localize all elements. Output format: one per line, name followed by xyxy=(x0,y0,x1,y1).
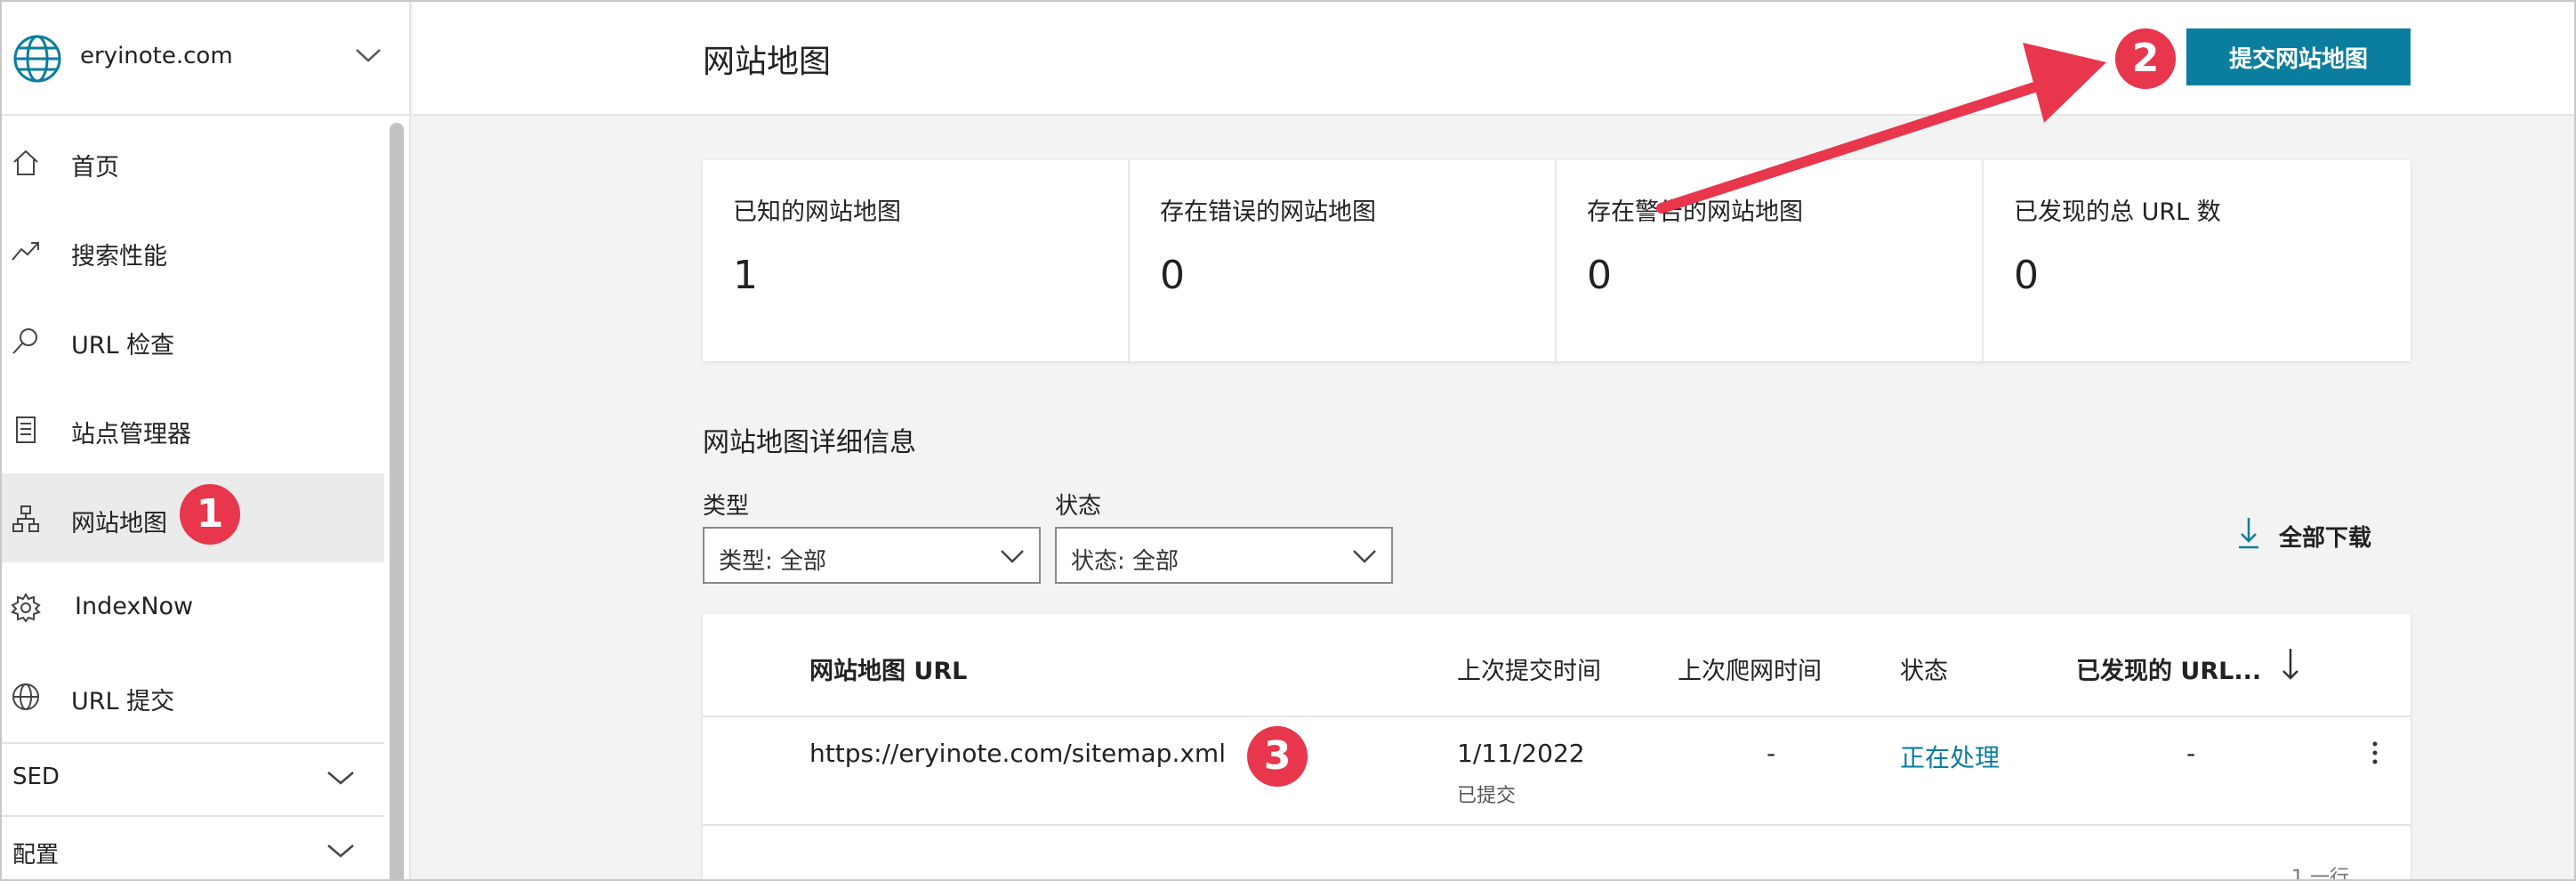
dropdown-value: 状态: 全部 xyxy=(1071,548,1179,575)
discovered-cell: - xyxy=(2186,739,2196,768)
sidebar-item-site-explorer[interactable]: 站点管理器 xyxy=(2,384,384,473)
stat-card-warnings: 存在警告的网站地图 0 xyxy=(1557,160,1984,361)
stat-label: 已知的网站地图 xyxy=(733,198,901,226)
sidebar-item-url-submission[interactable]: URL 提交 xyxy=(2,651,384,740)
stat-value: 0 xyxy=(1160,253,1185,298)
sidebar-section-config[interactable]: 配置 xyxy=(2,815,384,879)
filter-label-status: 状态 xyxy=(1055,493,1102,520)
status-filter-dropdown[interactable]: 状态: 全部 xyxy=(1055,527,1393,584)
more-options-icon[interactable] xyxy=(2366,737,2384,772)
stat-value: 0 xyxy=(1587,253,1612,298)
stat-card-urls: 已发现的总 URL 数 0 xyxy=(1984,160,2411,361)
sidebar-item-label: 首页 xyxy=(71,154,119,182)
app-window: eryinote.com 首页 搜索性能 URL 检查 站点管理器 网站地图 I… xyxy=(0,0,2576,881)
page-title: 网站地图 xyxy=(703,44,832,80)
download-label: 全部下载 xyxy=(2279,525,2372,552)
stat-label: 存在错误的网站地图 xyxy=(1160,198,1376,226)
submit-sitemap-button[interactable]: 提交网站地图 xyxy=(2186,28,2411,85)
chevron-down-icon xyxy=(1353,550,1376,563)
globe-icon xyxy=(13,35,61,83)
filter-label-type: 类型 xyxy=(703,493,750,520)
column-header-crawled[interactable]: 上次爬网时间 xyxy=(1678,651,1822,686)
site-name: eryinote.com xyxy=(80,43,233,69)
clipboard-icon xyxy=(16,416,36,443)
sidebar-item-label: URL 检查 xyxy=(71,332,175,360)
column-header-status[interactable]: 状态 xyxy=(1900,651,1948,686)
trend-icon xyxy=(12,242,39,261)
sidebar-item-label: 搜索性能 xyxy=(71,243,167,271)
gear-icon xyxy=(11,593,41,623)
globe-icon xyxy=(12,683,39,710)
stat-value: 1 xyxy=(733,253,758,298)
annotation-badge-3: 3 xyxy=(1247,726,1308,787)
sidebar-item-label: IndexNow xyxy=(75,593,194,620)
sidebar-item-search-performance[interactable]: 搜索性能 xyxy=(2,206,384,295)
chevron-down-icon xyxy=(1001,550,1024,563)
stat-card-known: 已知的网站地图 1 xyxy=(703,160,1130,361)
sidebar-item-home[interactable]: 首页 xyxy=(2,117,384,206)
download-all-button[interactable]: 全部下载 xyxy=(2236,516,2387,552)
sidebar-section-label: SED xyxy=(12,764,60,790)
stat-value: 0 xyxy=(2014,253,2039,298)
row-divider xyxy=(703,824,2411,826)
stat-card-errors: 存在错误的网站地图 0 xyxy=(1130,160,1557,361)
sort-down-arrow-icon[interactable] xyxy=(2279,646,2302,682)
sidebar-item-label: URL 提交 xyxy=(71,688,175,715)
submitted-date-cell: 1/11/2022 xyxy=(1457,739,1585,768)
sidebar-item-url-inspection[interactable]: URL 检查 xyxy=(2,295,384,384)
site-selector[interactable]: eryinote.com xyxy=(2,2,411,116)
sidebar-item-indexnow[interactable]: IndexNow xyxy=(2,562,384,651)
type-filter-dropdown[interactable]: 类型: 全部 xyxy=(703,527,1041,584)
sidebar-item-label: 网站地图 xyxy=(71,510,167,537)
sitemap-url-cell[interactable]: https://eryinote.com/sitemap.xml xyxy=(809,739,1226,768)
row-count: 1 一行 xyxy=(2291,867,2349,881)
chevron-down-icon xyxy=(327,845,354,858)
submitted-note: 已提交 xyxy=(1457,785,1517,807)
stats-panel: 已知的网站地图 1 存在错误的网站地图 0 存在警告的网站地图 0 已发现的总 … xyxy=(703,160,2411,361)
crawled-cell: - xyxy=(1767,739,1776,768)
home-icon xyxy=(13,150,38,175)
sidebar: eryinote.com 首页 搜索性能 URL 检查 站点管理器 网站地图 I… xyxy=(2,2,411,879)
download-icon xyxy=(2239,518,2258,549)
dropdown-value: 类型: 全部 xyxy=(719,548,827,575)
column-header-submitted[interactable]: 上次提交时间 xyxy=(1457,651,1601,686)
stat-label: 已发现的总 URL 数 xyxy=(2014,198,2221,226)
chevron-down-icon xyxy=(327,772,354,785)
row-divider xyxy=(703,715,2411,717)
chevron-down-icon xyxy=(356,49,381,62)
status-cell[interactable]: 正在处理 xyxy=(1900,739,2000,774)
sidebar-scrollbar[interactable] xyxy=(390,123,404,879)
search-icon xyxy=(12,328,37,354)
sidebar-section-sed[interactable]: SED xyxy=(2,742,384,813)
section-title: 网站地图详细信息 xyxy=(703,427,916,458)
column-header-url[interactable]: 网站地图 URL xyxy=(809,651,967,686)
column-header-discovered[interactable]: 已发现的 URL... xyxy=(2076,651,2261,686)
sitemap-icon xyxy=(12,505,39,532)
annotation-badge-2: 2 xyxy=(2115,28,2176,89)
sidebar-section-label: 配置 xyxy=(12,842,60,869)
stat-label: 存在警告的网站地图 xyxy=(1587,198,1803,226)
sitemaps-table: 网站地图 URL 上次提交时间 上次爬网时间 状态 已发现的 URL... ht… xyxy=(703,614,2411,881)
sidebar-item-label: 站点管理器 xyxy=(71,421,191,449)
page-header: 网站地图 提交网站地图 xyxy=(413,2,2574,116)
annotation-badge-1: 1 xyxy=(180,484,240,545)
